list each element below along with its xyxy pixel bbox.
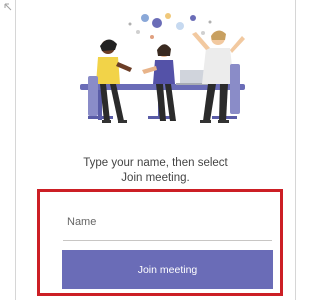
meeting-illustration	[80, 13, 245, 123]
name-input[interactable]	[63, 203, 272, 241]
join-instructions-line-1: Type your name, then select	[83, 157, 228, 169]
join-meeting-button[interactable]: Join meeting	[62, 250, 273, 289]
join-instructions: Type your name, then select Join meeting…	[15, 156, 296, 186]
back-arrow-icon[interactable]	[3, 2, 13, 12]
join-instructions-line-2: Join meeting.	[121, 172, 190, 184]
